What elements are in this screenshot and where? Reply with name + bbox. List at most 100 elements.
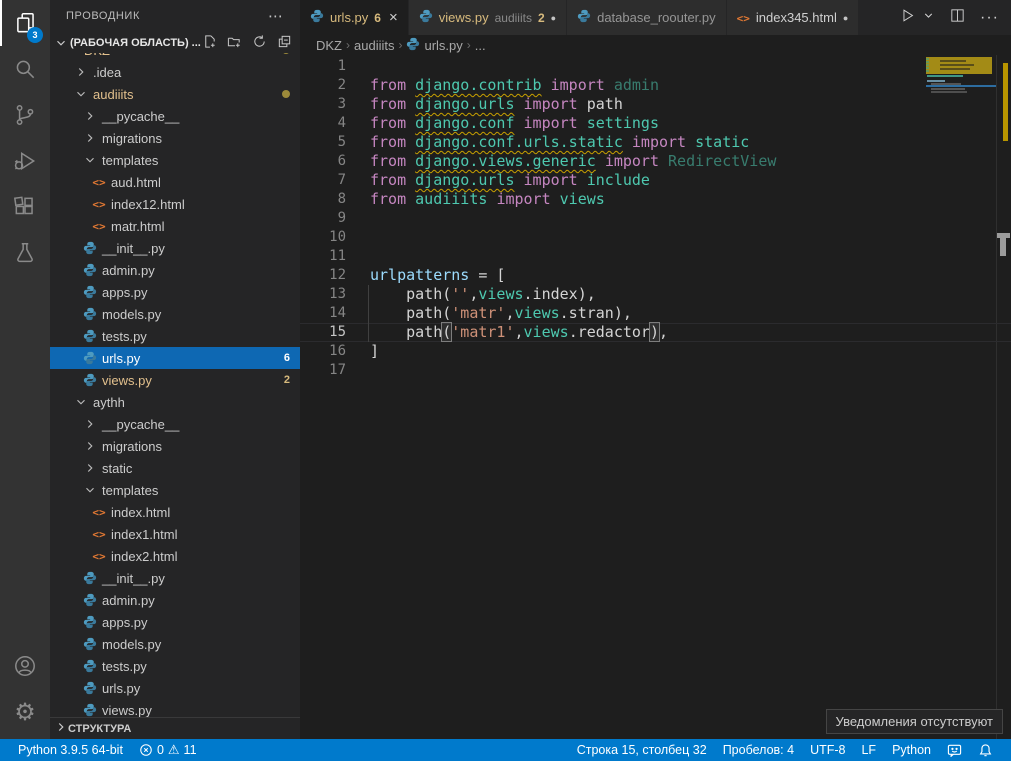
account-icon[interactable] (0, 643, 50, 689)
split-editor-icon[interactable] (949, 7, 966, 29)
tab-urls-py[interactable]: urls.py6× (300, 0, 409, 35)
tree-item-aud-html[interactable]: <>aud.html (50, 171, 300, 193)
new-file-icon[interactable] (202, 34, 217, 52)
tree-item-views-py[interactable]: views.py (50, 699, 300, 717)
tree-item-tests-py[interactable]: tests.py (50, 325, 300, 347)
code-editor[interactable]: 12from django.contrib import admin3from … (300, 55, 1011, 739)
code-line-16[interactable]: 16] (300, 342, 1011, 361)
tree-item-urls-py[interactable]: urls.py (50, 677, 300, 699)
code-line-17[interactable]: 17 (300, 361, 1011, 380)
code-line-10[interactable]: 10 (300, 228, 1011, 247)
notifications-bell-icon[interactable] (970, 739, 1001, 761)
breadcrumb-item[interactable]: ... (475, 38, 486, 53)
close-tab-icon[interactable]: × (389, 10, 398, 25)
tab-index345-html[interactable]: <>index345.html● (727, 0, 860, 35)
problems-item[interactable]: 0 ⚠ 11 (131, 739, 205, 761)
code-line-7[interactable]: 7from django.urls import include (300, 171, 1011, 190)
python-file-icon (82, 681, 98, 695)
code-line-11[interactable]: 11 (300, 247, 1011, 266)
python-file-icon (82, 351, 98, 365)
tab-database-roouter-py[interactable]: database_roouter.py (567, 0, 727, 35)
python-file-icon (82, 373, 98, 387)
dirty-dot-icon[interactable]: ● (843, 13, 848, 23)
extensions-icon[interactable] (0, 184, 50, 230)
tree-item-static[interactable]: static (50, 457, 300, 479)
code-line-13[interactable]: 13 path('',views.index), (300, 285, 1011, 304)
tree-item-admin-py[interactable]: admin.py (50, 259, 300, 281)
run-dropdown-icon[interactable] (922, 9, 935, 27)
tree-item-label: index2.html (111, 549, 177, 564)
warning-icon: ⚠ (168, 743, 180, 758)
tree-item-audiiits[interactable]: audiiits (50, 83, 300, 105)
tree-item-aythh[interactable]: aythh (50, 391, 300, 413)
code-line-3[interactable]: 3from django.urls import path (300, 95, 1011, 114)
tree-item--idea[interactable]: .idea (50, 61, 300, 83)
tree-item-index-html[interactable]: <>index.html (50, 501, 300, 523)
tree-item-apps-py[interactable]: apps.py (50, 281, 300, 303)
collapse-all-icon[interactable] (277, 34, 292, 52)
workspace-section-header[interactable]: (РАБОЧАЯ ОБЛАСТЬ) ... (50, 32, 300, 53)
source-control-icon[interactable] (0, 92, 50, 138)
editor-more-actions-icon[interactable]: ··· (980, 9, 999, 27)
code-line-4[interactable]: 4from django.conf import settings (300, 114, 1011, 133)
new-folder-icon[interactable] (227, 34, 242, 52)
tree-item-migrations[interactable]: migrations (50, 127, 300, 149)
tree-item--pycache-[interactable]: __pycache__ (50, 105, 300, 127)
tree-item-templates[interactable]: templates (50, 149, 300, 171)
tree-item--init-py[interactable]: __init__.py (50, 237, 300, 259)
eol-item[interactable]: LF (853, 739, 884, 761)
code-line-5[interactable]: 5from django.conf.urls.static import sta… (300, 133, 1011, 152)
tree-item-label: aud.html (111, 175, 161, 190)
tree-item-apps-py[interactable]: apps.py (50, 611, 300, 633)
encoding-item[interactable]: UTF-8 (802, 739, 853, 761)
chevron-right-icon (73, 65, 89, 79)
code-line-6[interactable]: 6from django.views.generic import Redire… (300, 152, 1011, 171)
tree-item-dkz[interactable]: DKZ (50, 53, 300, 61)
tree-item-templates[interactable]: templates (50, 479, 300, 501)
python-interpreter-item[interactable]: Python 3.9.5 64-bit (10, 739, 131, 761)
feedback-icon[interactable] (939, 739, 970, 761)
code-line-9[interactable]: 9 (300, 209, 1011, 228)
tree-item-matr-html[interactable]: <>matr.html (50, 215, 300, 237)
explorer-icon[interactable]: 3 (0, 0, 50, 46)
tree-item-admin-py[interactable]: admin.py (50, 589, 300, 611)
code-line-14[interactable]: 14 path('matr',views.stran), (300, 304, 1011, 323)
dirty-dot-icon[interactable]: ● (551, 13, 556, 23)
outline-section-header[interactable]: СТРУКТУРА (50, 717, 300, 739)
tree-item-urls-py[interactable]: urls.py6 (50, 347, 300, 369)
tree-item-index1-html[interactable]: <>index1.html (50, 523, 300, 545)
tree-item-index12-html[interactable]: <>index12.html (50, 193, 300, 215)
code-line-12[interactable]: 12urlpatterns = [ (300, 266, 1011, 285)
tab-views-py[interactable]: views.pyaudiiits2● (409, 0, 567, 35)
settings-gear-icon[interactable]: ⚙ (0, 689, 50, 735)
cursor-position-item[interactable]: Строка 15, столбец 32 (569, 739, 715, 761)
sidebar-more-actions-icon[interactable]: ⋯ (268, 7, 284, 25)
tree-item-models-py[interactable]: models.py (50, 303, 300, 325)
indentation-item[interactable]: Пробелов: 4 (715, 739, 802, 761)
chevron-down-icon (64, 53, 80, 57)
refresh-icon[interactable] (252, 34, 267, 52)
code-line-1[interactable]: 1 (300, 57, 1011, 76)
run-button[interactable] (899, 7, 916, 29)
tree-item-views-py[interactable]: views.py2 (50, 369, 300, 391)
language-mode-item[interactable]: Python (884, 739, 939, 761)
testing-icon[interactable] (0, 230, 50, 276)
code-line-2[interactable]: 2from django.contrib import admin (300, 76, 1011, 95)
tree-item-index2-html[interactable]: <>index2.html (50, 545, 300, 567)
tree-item--init-py[interactable]: __init__.py (50, 567, 300, 589)
code-line-8[interactable]: 8from audiiits import views (300, 190, 1011, 209)
tree-item-models-py[interactable]: models.py (50, 633, 300, 655)
tree-item-label: __pycache__ (102, 417, 179, 432)
run-debug-icon[interactable] (0, 138, 50, 184)
tree-item--pycache-[interactable]: __pycache__ (50, 413, 300, 435)
tree-item-label: migrations (102, 439, 162, 454)
notifications-tooltip: Уведомления отсутствуют (826, 709, 1003, 734)
tree-item-tests-py[interactable]: tests.py (50, 655, 300, 677)
breadcrumb-item[interactable]: urls.py (406, 37, 462, 54)
search-icon[interactable] (0, 46, 50, 92)
tree-item-migrations[interactable]: migrations (50, 435, 300, 457)
tree-item-label: __pycache__ (102, 109, 179, 124)
breadcrumb-item[interactable]: DKZ (316, 38, 342, 53)
breadcrumb-item[interactable]: audiiits (354, 38, 394, 53)
code-line-15[interactable]: 15 path('matr1',views.redactor), (300, 323, 1011, 342)
